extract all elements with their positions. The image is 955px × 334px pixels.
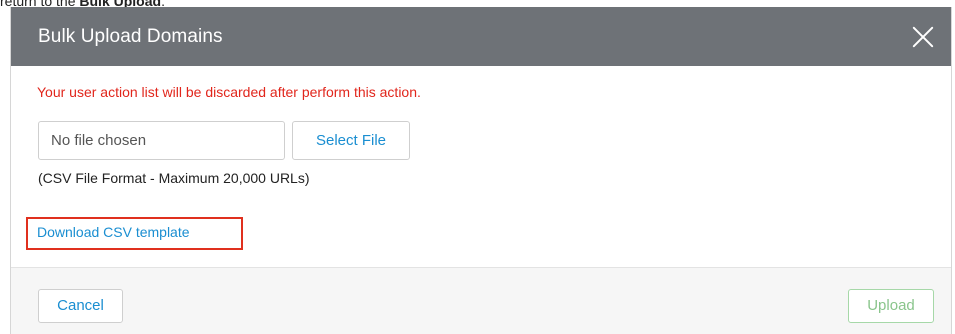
select-file-button[interactable]: Select File bbox=[292, 121, 410, 160]
modal-footer: Cancel Upload bbox=[11, 267, 951, 334]
discard-warning: Your user action list will be discarded … bbox=[37, 84, 421, 100]
file-format-hint: (CSV File Format - Maximum 20,000 URLs) bbox=[38, 170, 310, 186]
modal-header: Bulk Upload Domains bbox=[11, 7, 951, 66]
cancel-button[interactable]: Cancel bbox=[38, 289, 123, 323]
close-icon[interactable] bbox=[909, 23, 937, 51]
upload-button[interactable]: Upload bbox=[848, 289, 934, 323]
file-name-field[interactable]: No file chosen bbox=[38, 121, 285, 160]
bulk-upload-modal: Bulk Upload Domains Your user action lis… bbox=[10, 7, 952, 334]
modal-body: Your user action list will be discarded … bbox=[11, 66, 951, 270]
modal-title: Bulk Upload Domains bbox=[38, 25, 223, 47]
download-csv-template-link[interactable]: Download CSV template bbox=[37, 224, 190, 240]
